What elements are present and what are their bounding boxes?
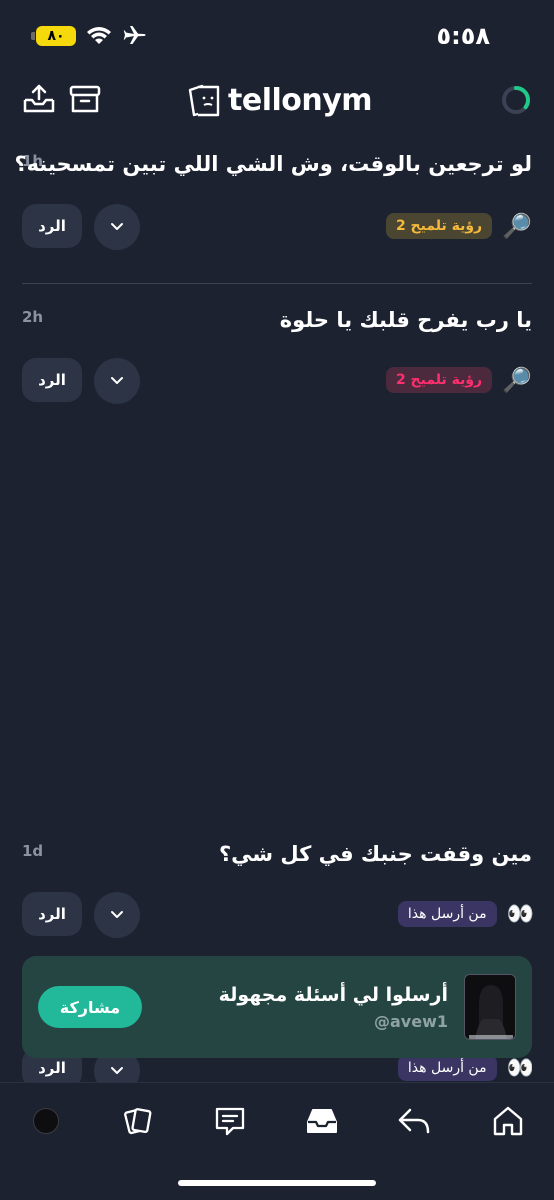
tell-time: 2h: [22, 308, 44, 326]
battery-level: ٨٠: [47, 28, 65, 44]
battery-indicator: ٨٠: [31, 26, 76, 46]
tellonym-logo: tellonym: [186, 80, 373, 120]
chevron-down-icon: [111, 377, 123, 384]
cards-icon: [124, 1108, 152, 1135]
tab-home[interactable]: [488, 1101, 528, 1141]
hint-badge[interactable]: رؤية تلميح 2: [385, 213, 493, 239]
magnifier-icon: 🔎: [502, 212, 532, 240]
eyes-icon: 👀: [506, 901, 534, 927]
tab-inbox[interactable]: [302, 1101, 342, 1141]
more-options-button[interactable]: [94, 358, 140, 404]
hint-row[interactable]: 👀 من أرسل هذا: [397, 896, 534, 932]
tab-profile[interactable]: [26, 1101, 66, 1141]
logo-text: tellonym: [228, 82, 373, 118]
airplane-icon: [123, 26, 146, 44]
sender-badge[interactable]: من أرسل هذا: [397, 901, 497, 927]
tell-actions: الرد 👀 من أرسل هذا: [22, 892, 534, 938]
share-button[interactable]: مشاركة: [38, 986, 142, 1028]
reply-arrow-icon: [398, 1108, 430, 1134]
tell-text: لو ترجعين بالوقت، وش الشي اللي تبين تمسح…: [14, 152, 532, 176]
hint-row[interactable]: 🔎 رؤية تلميح 2: [385, 362, 532, 398]
reply-button[interactable]: الرد: [22, 358, 82, 402]
progress-ring: [502, 86, 530, 114]
tell-card: 1h لو ترجعين بالوقت، وش الشي اللي تبين ت…: [14, 152, 532, 252]
status-bar: ٨٠ ٥:٥٨: [0, 0, 554, 70]
magnifier-icon: 🔎: [502, 366, 532, 394]
chevron-down-icon: [111, 223, 123, 230]
share-profile-card: مشاركة أرسلوا لي أسئلة مجهولة @avew1: [22, 956, 532, 1058]
hint-row[interactable]: 🔎 رؤية تلميح 2: [385, 208, 532, 244]
wifi-icon: [87, 27, 111, 44]
divider: [22, 283, 532, 284]
home-icon: [493, 1106, 523, 1136]
tell-text: يا رب يفرح قلبك يا حلوة: [279, 308, 532, 332]
share-handle: @avew1: [374, 1012, 448, 1031]
avatar: [464, 974, 516, 1040]
chevron-down-icon: [111, 911, 123, 918]
tab-cards[interactable]: [118, 1101, 158, 1141]
inbox-icon: [307, 1109, 337, 1133]
tell-actions: الرد 🔎 رؤية تلميح 2: [22, 204, 532, 250]
reply-button[interactable]: الرد: [22, 892, 82, 936]
hint-badge[interactable]: رؤية تلميح 2: [385, 367, 493, 393]
tell-actions: الرد 🔎 رؤية تلميح 2: [22, 358, 532, 404]
reply-button[interactable]: الرد: [22, 204, 82, 248]
tab-replies[interactable]: [394, 1101, 434, 1141]
eyes-icon: 👀: [506, 1055, 532, 1081]
profile-avatar-icon: [33, 1108, 59, 1134]
share-title: أرسلوا لي أسئلة مجهولة: [218, 984, 448, 1006]
sender-badge[interactable]: من أرسل هذا: [397, 1055, 497, 1081]
tell-time: 1d: [22, 842, 44, 860]
more-options-button[interactable]: [94, 892, 140, 938]
chevron-down-icon: [111, 1067, 123, 1074]
tab-messages[interactable]: [210, 1101, 250, 1141]
archive-icon[interactable]: [68, 82, 102, 116]
tell-text: مين وقفت جنبك في كل شي؟: [218, 842, 532, 866]
logo-mark-icon: [188, 84, 220, 117]
home-indicator: [178, 1180, 376, 1186]
share-inbox-icon[interactable]: [22, 82, 56, 116]
tell-card: 2h يا رب يفرح قلبك يا حلوة الرد 🔎 رؤية ت…: [22, 308, 532, 408]
more-options-button[interactable]: [94, 204, 140, 250]
clock: ٥:٥٨: [436, 22, 490, 50]
app-header: tellonym: [0, 74, 554, 124]
tell-card: 1d مين وقفت جنبك في كل شي؟ الرد 👀 من أرس…: [22, 842, 534, 942]
message-icon: [215, 1107, 245, 1136]
